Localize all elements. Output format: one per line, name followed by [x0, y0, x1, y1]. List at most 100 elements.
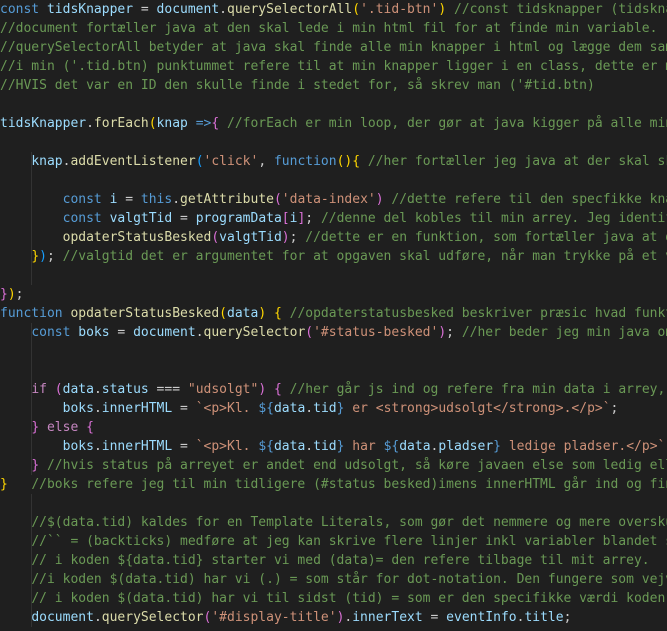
code-line: function opdaterStatusBesked(data) { //o…: [0, 304, 667, 323]
code-token-comment: //document fortæller java at den skal le…: [0, 21, 658, 36]
code-token-var: document: [156, 2, 220, 17]
code-editor[interactable]: const tidsKnapper = document.querySelect…: [0, 0, 667, 631]
code-token-plain: ===: [148, 382, 188, 397]
code-line: } //hvis status på arreyet er andet end …: [0, 456, 667, 475]
code-token-plain: =: [422, 610, 447, 625]
code-line: const boks = document.querySelector('#st…: [0, 323, 667, 342]
code-token-bracket-2: (: [273, 192, 282, 207]
code-token-comment: // i koden ${data.tid} starter vi med (d…: [31, 553, 650, 568]
indent-guide: [31, 342, 32, 361]
code-token-var: innerText: [352, 610, 423, 625]
indent-guide: [31, 513, 32, 532]
code-token-control: if: [31, 382, 47, 397]
code-token-func: getAttribute: [180, 192, 274, 207]
code-token-comment: //her beder jeg min java om: [461, 325, 667, 340]
code-token-func: opdaterStatusBesked: [70, 306, 220, 321]
code-token-var: knap: [156, 116, 188, 131]
code-token-comment: //querySelectorAll betyder at java skal …: [0, 40, 667, 55]
code-token-var: data: [399, 439, 431, 454]
code-token-bracket-1: ): [7, 287, 16, 302]
code-token-control: else: [46, 420, 79, 435]
code-token-comment: //$(data.tid) kaldes for en Template Lit…: [31, 515, 667, 530]
code-token-bracket-2: (: [305, 325, 314, 340]
code-token-interp: ${: [258, 439, 274, 454]
code-token-keyword: function: [0, 306, 71, 321]
code-token-keyword: const: [31, 325, 79, 340]
indent-guide: [31, 437, 32, 456]
code-token-string: er <strong>udsolgt</strong>.</p>`: [344, 401, 611, 416]
code-token-plain: .: [93, 439, 102, 454]
code-token-var: data: [273, 439, 306, 454]
code-line: //document fortæller java at den skal le…: [0, 19, 657, 38]
code-token-var: tid: [313, 401, 337, 416]
code-token-plain: =: [109, 325, 134, 340]
code-token-string: `<p>Kl.: [195, 401, 259, 416]
code-line: //$(data.tid) kaldes for en Template Lit…: [0, 513, 667, 532]
code-token-comment: //const tidsknapper (tidsknap: [454, 2, 667, 17]
code-token-keyword: =>: [195, 116, 212, 131]
code-token-plain: =: [117, 192, 141, 207]
code-token-comment: //dette er en funktion, som fortæller ja…: [305, 230, 667, 245]
code-token-bracket-2: (: [211, 230, 220, 245]
code-token-bracket-3: (: [195, 154, 204, 169]
code-token-var: tid: [313, 439, 337, 454]
code-token-keyword: const: [0, 2, 47, 17]
code-line: boks.innerHTML = `<p>Kl. ${data.tid} har…: [0, 437, 667, 456]
code-token-bracket-2: }: [0, 287, 8, 302]
code-token-string: '.tid-btn': [360, 2, 439, 17]
indent-guide: [31, 380, 32, 399]
code-line: //`` = (backticks) medføre at jeg kan sk…: [0, 532, 667, 551]
code-token-keyword: function: [273, 154, 337, 169]
indent-guide: [31, 247, 32, 266]
indent-guide: [31, 399, 32, 418]
code-token-var: title: [524, 610, 564, 625]
code-token-bracket-2: ): [438, 325, 447, 340]
code-token-bracket-2: {: [273, 382, 282, 397]
code-token-bracket-1: }: [0, 477, 8, 492]
indent-guide: [31, 608, 32, 627]
code-token-plain: ;: [46, 249, 63, 264]
indent-guide: [31, 361, 32, 380]
code-token-comment: //denne del kobles til min arrey. Jeg id…: [320, 211, 667, 226]
code-token-bracket-2: ): [375, 192, 384, 207]
code-line: //i min ('.tid.btn) punktummet refere ti…: [0, 57, 667, 76]
code-line: knap.addEventListener('click', function(…: [0, 152, 667, 171]
indent-guide: [31, 171, 32, 190]
code-token-string: 'click': [203, 154, 259, 169]
code-token-bracket-2: }: [31, 458, 40, 473]
code-token-var: data: [273, 401, 306, 416]
code-token-var: document: [31, 610, 94, 625]
indent-guide: [31, 456, 32, 475]
indent-guide: [31, 532, 32, 551]
code-token-var: innerHTML: [101, 439, 173, 454]
code-token-bracket-2: }: [31, 420, 40, 435]
code-token-bracket-2: {: [211, 116, 220, 131]
code-line: if (data.status === "udsolgt") { //her g…: [0, 380, 667, 399]
code-token-var: innerHTML: [101, 401, 173, 416]
indent-guide: [31, 228, 32, 247]
code-token-comment: //i min ('.tid.btn) punktummet refere ti…: [0, 59, 667, 74]
code-token-bracket-3: ): [39, 249, 47, 264]
indent-guide: [31, 209, 32, 228]
indent-guide: [31, 152, 32, 171]
code-token-var: programData: [195, 211, 282, 226]
code-token-string: '#display-title': [211, 610, 337, 625]
code-token-var: document: [133, 325, 196, 340]
code-token-var: boks: [62, 439, 94, 454]
code-line: //i koden $(data.tid) har vi (.) = som s…: [0, 570, 667, 589]
code-token-var: boks: [78, 325, 110, 340]
code-token-plain: .: [305, 439, 314, 454]
code-token-interp: ${: [383, 439, 400, 454]
code-token-var: tidsKnapper: [46, 2, 134, 17]
code-line: // i koden ${data.tid} starter vi med (d…: [0, 551, 650, 570]
